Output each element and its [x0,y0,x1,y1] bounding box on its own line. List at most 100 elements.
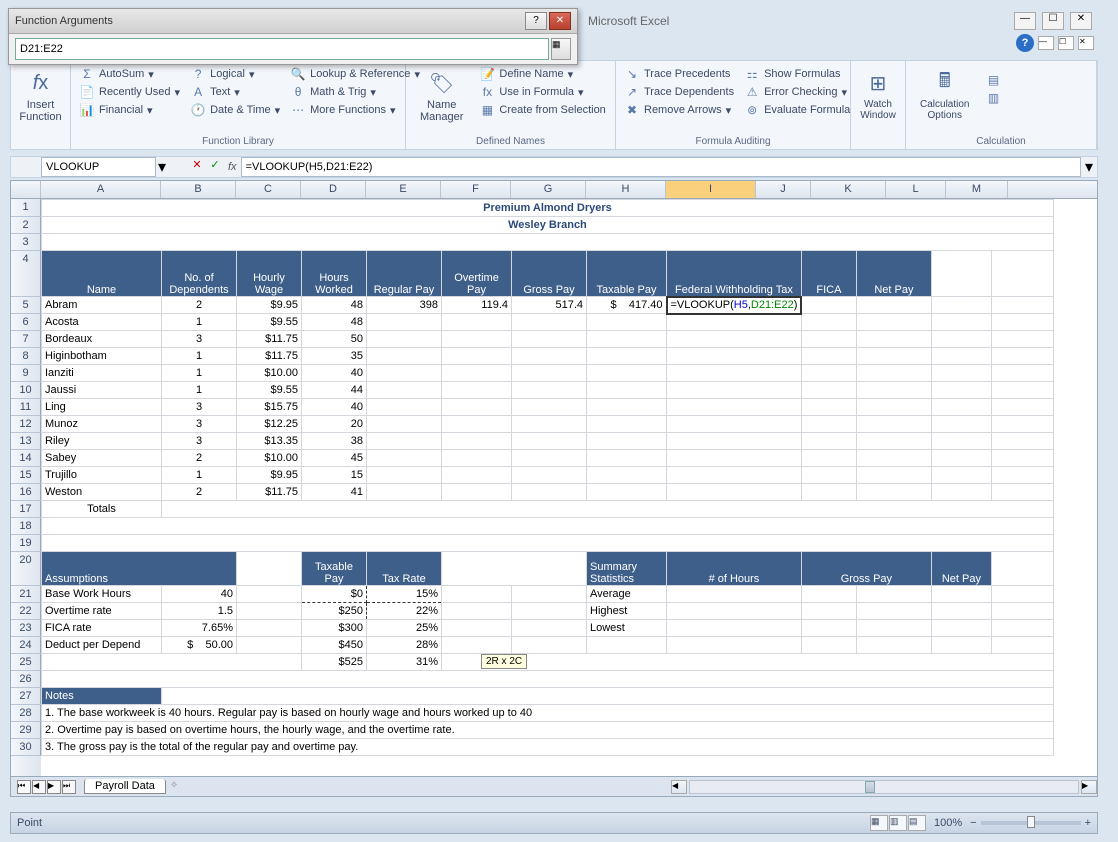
cell-taxable[interactable] [587,314,667,331]
text-button[interactable]: AText ▾ [190,83,280,101]
cell-reg[interactable] [367,314,442,331]
cell-reg[interactable] [367,467,442,484]
row-header-28[interactable]: 28 [11,705,41,722]
summary-label[interactable]: Average [587,586,667,603]
note-1[interactable]: 1. The base workweek is 40 hours. Regula… [42,705,1054,722]
col-header-I[interactable]: I [666,181,756,198]
new-sheet-button[interactable]: ✧ [170,780,186,794]
close-button[interactable]: ✕ [1070,12,1092,30]
assumptions-header[interactable]: Assumptions [42,552,237,586]
cell-gross[interactable] [512,365,587,382]
hdr-regpay[interactable]: Regular Pay [367,251,442,297]
cell-wage[interactable]: $9.95 [237,467,302,484]
summary-label[interactable]: Highest [587,603,667,620]
cell-ot[interactable] [442,399,512,416]
col-header-F[interactable]: F [441,181,511,198]
row-header-18[interactable]: 18 [11,518,41,535]
page-break-button[interactable]: ▤ [908,815,926,831]
trace-precedents-button[interactable]: ↘Trace Precedents [624,65,734,83]
cell-ot[interactable] [442,467,512,484]
cell-wage[interactable]: $10.00 [237,450,302,467]
cell-gross[interactable] [512,450,587,467]
cell-ot[interactable]: 119.4 [442,297,512,314]
assumption-label[interactable]: Base Work Hours [42,586,162,603]
define-name-button[interactable]: 📝Define Name ▾ [479,65,605,83]
financial-button[interactable]: 📊Financial ▾ [79,101,180,119]
row-header-8[interactable]: 8 [11,348,41,365]
col-header-E[interactable]: E [366,181,441,198]
cell-gross[interactable] [512,382,587,399]
datetime-button[interactable]: 🕐Date & Time ▾ [190,101,280,119]
trace-dependents-button[interactable]: ↗Trace Dependents [624,83,734,101]
expand-dialog-button[interactable]: ▦ [551,38,571,60]
cell-gross[interactable]: 517.4 [512,297,587,314]
row-header-9[interactable]: 9 [11,365,41,382]
row-header-23[interactable]: 23 [11,620,41,637]
insert-function-button[interactable]: fx Insert Function [19,65,62,125]
tax-row[interactable]: 31% [367,654,442,671]
function-args-input[interactable] [15,38,549,60]
cell-taxable[interactable]: $ 417.40 [587,297,667,314]
tax-pay[interactable]: $250 [302,603,367,620]
row-header-27[interactable]: 27 [11,688,41,705]
note-3[interactable]: 3. The gross pay is the total of the reg… [42,739,1054,756]
hdr-name[interactable]: Name [42,251,162,297]
cell-ot[interactable] [442,416,512,433]
cancel-formula-button[interactable]: ✕ [188,158,206,176]
col-header-G[interactable]: G [511,181,586,198]
workbook-min-button[interactable]: — [1038,36,1054,50]
hdr-hours[interactable]: Hours Worked [302,251,367,297]
notes-header[interactable]: Notes [42,688,162,705]
assumption-label[interactable]: Overtime rate [42,603,162,620]
cell-ot[interactable] [442,433,512,450]
cell-hrs[interactable]: 15 [302,467,367,484]
row-header-26[interactable]: 26 [11,671,41,688]
zoom-in-button[interactable]: + [1085,817,1091,829]
cell-dep[interactable]: 3 [162,331,237,348]
tax-pay[interactable]: $300 [302,620,367,637]
cell-hrs[interactable]: 41 [302,484,367,501]
row-header-15[interactable]: 15 [11,467,41,484]
hdr-netpay[interactable]: Net Pay [856,251,931,297]
tab-prev-button[interactable]: ◀ [32,780,46,794]
summary-label[interactable] [587,637,667,654]
cell-taxable[interactable] [587,433,667,450]
cell-hrs[interactable]: 44 [302,382,367,399]
col-header-C[interactable]: C [236,181,301,198]
assumption-val[interactable]: $ 50.00 [162,637,237,654]
cell-name[interactable]: Ling [42,399,162,416]
sum-gross-header[interactable]: Gross Pay [801,552,931,586]
col-header-K[interactable]: K [811,181,886,198]
cell-name[interactable]: Jaussi [42,382,162,399]
summary-header[interactable]: Summary Statistics [587,552,667,586]
use-in-formula-button[interactable]: fxUse in Formula ▾ [479,83,605,101]
assumption-val[interactable]: 40 [162,586,237,603]
cell-dep[interactable]: 3 [162,399,237,416]
cell-taxable[interactable] [587,331,667,348]
cell-reg[interactable] [367,348,442,365]
horizontal-scrollbar[interactable]: ◀ ▶ [671,776,1097,796]
row-header-22[interactable]: 22 [11,603,41,620]
name-box[interactable] [41,157,156,177]
tax-pay[interactable]: $450 [302,637,367,654]
workbook-restore-button[interactable]: ☐ [1058,36,1074,50]
row-header-10[interactable]: 10 [11,382,41,399]
show-formulas-button[interactable]: ⚏Show Formulas [744,65,850,83]
cell-name[interactable]: Ianziti [42,365,162,382]
taxpay-header[interactable]: Taxable Pay [302,552,367,586]
autosum-button[interactable]: ΣAutoSum ▾ [79,65,180,83]
taxrate-header[interactable]: Tax Rate [367,552,442,586]
cell-taxable[interactable] [587,467,667,484]
cell-hrs[interactable]: 48 [302,314,367,331]
cell-name[interactable]: Higinbotham [42,348,162,365]
cell-wage[interactable]: $15.75 [237,399,302,416]
cell-wage[interactable]: $9.55 [237,314,302,331]
help-icon[interactable]: ? [1016,34,1034,52]
cell-reg[interactable] [367,416,442,433]
workbook-close-button[interactable]: ✕ [1078,36,1094,50]
cell-taxable[interactable] [587,365,667,382]
cell-ot[interactable] [442,365,512,382]
cell-hrs[interactable]: 35 [302,348,367,365]
math-button[interactable]: θMath & Trig ▾ [290,83,420,101]
hdr-fedtax[interactable]: Federal Withholding Tax [667,251,802,297]
